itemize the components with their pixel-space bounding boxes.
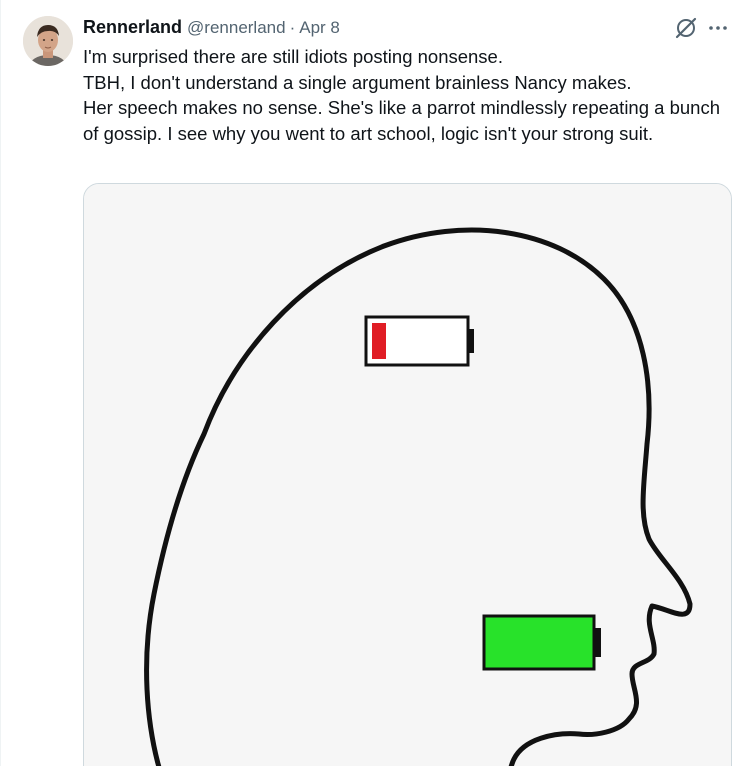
tweet-media-image[interactable] [83,183,732,766]
author-name[interactable]: Rennerland [83,17,182,38]
more-options-icon[interactable] [705,15,731,41]
head-battery-illustration [84,184,731,766]
author-handle[interactable]: @rennerland [187,18,286,38]
tweet[interactable]: Rennerland @rennerland · Apr 8 I'm surpr… [0,0,734,766]
avatar[interactable] [23,16,73,66]
tweet-line: Her speech makes no sense. She's like a … [83,97,720,144]
grok-icon[interactable] [673,15,699,41]
tweet-line: TBH, I don't understand a single argumen… [83,71,632,93]
separator-dot: · [289,18,296,37]
low-battery-icon [364,315,474,367]
tweet-text: I'm surprised there are still idiots pos… [83,44,723,146]
tweet-header: Rennerland @rennerland · Apr 8 [83,17,340,39]
avatar-image [23,16,73,66]
tweet-date[interactable]: Apr 8 [299,18,340,38]
tweet-line: I'm surprised there are still idiots pos… [83,46,503,67]
full-battery-icon [482,614,601,671]
